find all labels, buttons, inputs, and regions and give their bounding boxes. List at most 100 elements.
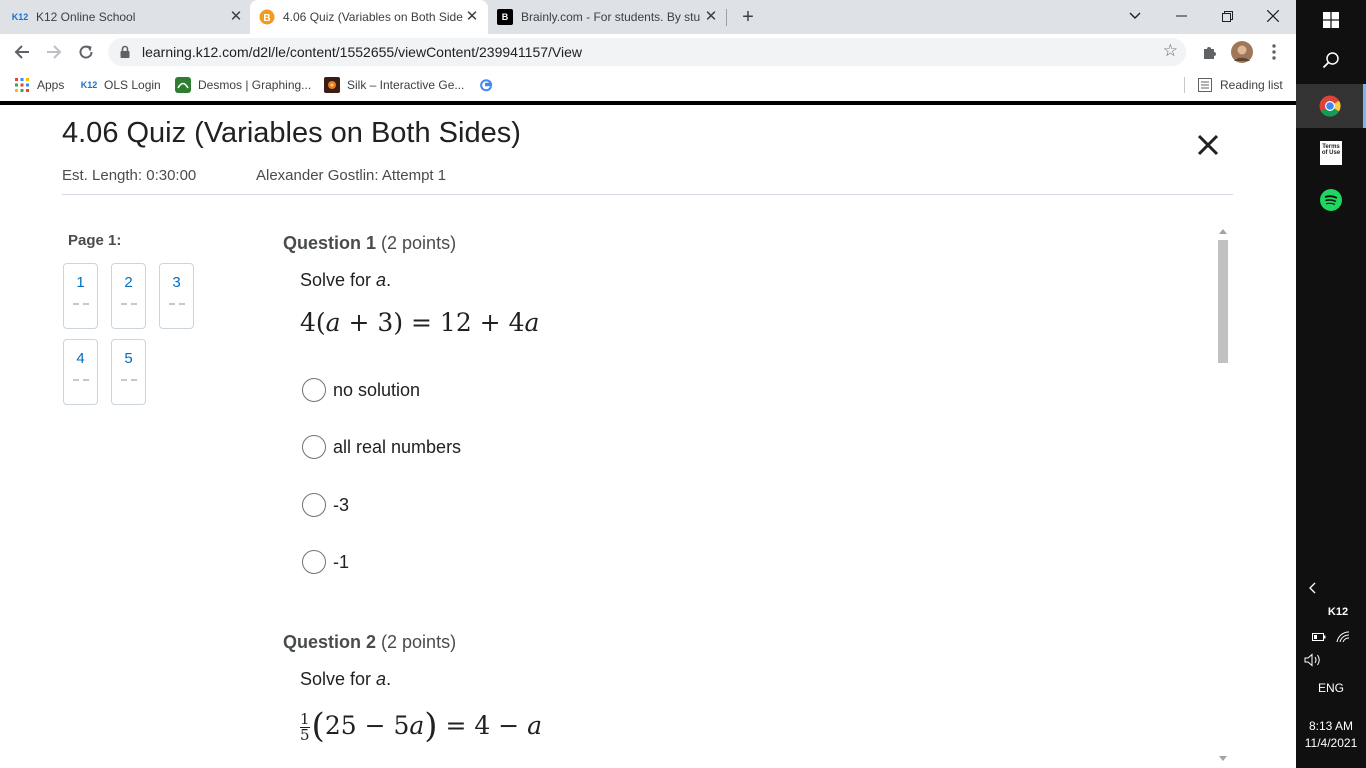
bookmark-silk[interactable]: Silk – Interactive Ge...: [324, 76, 464, 94]
prompt-text: Solve for: [300, 270, 377, 290]
scroll-down-arrow[interactable]: [1219, 756, 1227, 761]
question-nav-number: 4: [76, 350, 85, 367]
terms-icon-label: Terms of Use: [1320, 141, 1342, 165]
close-tab-icon[interactable]: ✕: [464, 9, 480, 25]
clock-date[interactable]: 11/4/2021: [1296, 736, 1366, 750]
answer-option[interactable]: -3: [302, 492, 349, 518]
minimize-button[interactable]: [1158, 0, 1204, 32]
show-hidden-icons-chevron-icon[interactable]: [1296, 578, 1366, 598]
close-quiz-icon[interactable]: [1194, 131, 1222, 159]
question-nav-4[interactable]: 4: [63, 339, 98, 405]
forward-button[interactable]: [42, 40, 66, 64]
option-label[interactable]: all real numbers: [333, 437, 461, 458]
prompt-variable: a: [376, 669, 387, 689]
back-button[interactable]: [10, 40, 34, 64]
tab-title: Brainly.com - For students. By stu: [521, 10, 701, 24]
radio-button[interactable]: [302, 550, 326, 574]
option-label[interactable]: -3: [333, 495, 349, 516]
question-nav-status: [72, 303, 89, 305]
bookmark-desmos[interactable]: Desmos | Graphing...: [175, 76, 311, 94]
prompt-variable: a: [376, 270, 387, 290]
bookmark-star-icon[interactable]: ☆: [1163, 41, 1178, 61]
spotify-icon[interactable]: [1296, 187, 1366, 213]
question-points: (2 points): [381, 233, 457, 253]
extensions-puzzle-icon[interactable]: [1199, 41, 1221, 63]
clock-time[interactable]: 8:13 AM: [1296, 719, 1366, 733]
restore-button[interactable]: [1204, 0, 1250, 32]
header-divider: [62, 194, 1233, 195]
terms-of-use-app-icon[interactable]: Terms of Use: [1296, 140, 1366, 166]
tab-search-button[interactable]: [1112, 0, 1158, 32]
question-label: Question 1: [283, 233, 377, 253]
scroll-up-arrow[interactable]: [1219, 229, 1227, 234]
tab-separator: [726, 9, 727, 26]
profile-avatar[interactable]: [1231, 41, 1253, 63]
radio-button[interactable]: [302, 435, 326, 459]
tab-quiz[interactable]: B 4.06 Quiz (Variables on Both Side ✕: [250, 0, 488, 34]
scrollbar-thumb[interactable]: [1218, 240, 1228, 363]
k12-tray-item[interactable]: K12: [1296, 603, 1366, 621]
tab-brainly[interactable]: B Brainly.com - For students. By stu ✕: [497, 0, 719, 34]
bookmark-label: Apps: [37, 78, 65, 92]
question-nav-3[interactable]: 3: [159, 263, 194, 329]
close-tab-icon[interactable]: ✕: [703, 9, 719, 25]
bookmark-ols-login[interactable]: K12 OLS Login: [80, 76, 161, 94]
desmos-icon: [175, 77, 191, 93]
bookmarks-divider: [1184, 77, 1185, 93]
battery-icon[interactable]: [1312, 632, 1326, 642]
reading-list-icon: [1197, 77, 1213, 93]
k12-tray-label: K12: [1327, 606, 1349, 618]
reload-button[interactable]: [74, 40, 98, 64]
bookmark-label: Desmos | Graphing...: [198, 78, 312, 92]
lock-icon[interactable]: [118, 45, 132, 59]
tab-title: K12 Online School: [36, 10, 136, 24]
quiz-favicon-icon: B: [259, 9, 275, 25]
question-2-prompt: Solve for a.: [300, 669, 391, 690]
windows-start-icon[interactable]: [1296, 8, 1366, 32]
question-nav-status: [120, 379, 137, 381]
quiz-page: 4.06 Quiz (Variables on Both Sides) Est.…: [0, 105, 1296, 768]
volume-icon[interactable]: [1296, 651, 1366, 669]
question-nav-5[interactable]: 5: [111, 339, 146, 405]
question-nav-1[interactable]: 1: [63, 263, 98, 329]
question-nav-number: 5: [124, 350, 133, 367]
bookmark-label: Silk – Interactive Ge...: [347, 78, 465, 92]
brainly-favicon-icon: B: [497, 9, 513, 25]
chrome-menu-icon[interactable]: [1263, 41, 1285, 63]
tab-title: 4.06 Quiz (Variables on Both Side: [283, 10, 463, 24]
new-tab-button[interactable]: +: [738, 7, 758, 27]
radio-button[interactable]: [302, 378, 326, 402]
answer-option[interactable]: no solution: [302, 377, 420, 403]
close-tab-icon[interactable]: ✕: [228, 9, 244, 25]
reload-icon: [79, 45, 93, 59]
k12-favicon-icon: K12: [11, 12, 29, 22]
keyboard-language[interactable]: ENG: [1296, 681, 1366, 695]
tab-k12-online-school[interactable]: K12 K12 Online School ✕: [12, 0, 244, 34]
tray-status-icons: [1296, 628, 1366, 646]
url-text[interactable]: learning.k12.com/d2l/le/content/1552655/…: [142, 44, 582, 60]
wifi-icon[interactable]: [1336, 631, 1350, 643]
address-bar[interactable]: learning.k12.com/d2l/le/content/1552655/…: [108, 38, 1186, 66]
question-1-equation: 4(a + 3) = 12 + 4a: [300, 308, 540, 337]
question-2-heading: Question 2 (2 points): [283, 632, 456, 653]
question-nav-number: 2: [124, 274, 133, 291]
bookmark-google[interactable]: [478, 76, 501, 94]
option-label[interactable]: no solution: [333, 380, 420, 401]
option-label[interactable]: -1: [333, 552, 349, 573]
search-icon[interactable]: [1296, 48, 1366, 72]
content-scrollbar[interactable]: [1216, 225, 1230, 768]
windows-taskbar: Terms of Use K12 ENG 8:13 AM 11/4/2021: [1296, 0, 1366, 768]
page-title: 4.06 Quiz (Variables on Both Sides): [62, 117, 521, 149]
reading-list-button[interactable]: Reading list: [1197, 76, 1283, 94]
apps-grid-icon: [14, 77, 30, 93]
close-window-button[interactable]: [1250, 0, 1296, 32]
bookmark-apps[interactable]: Apps: [14, 76, 64, 94]
answer-option[interactable]: -1: [302, 549, 349, 575]
fraction-one-fifth: 15: [300, 710, 310, 744]
chrome-taskbar-icon[interactable]: [1296, 84, 1366, 128]
question-nav-2[interactable]: 2: [111, 263, 146, 329]
question-nav-number: 3: [172, 274, 181, 291]
page-label: Page 1:: [68, 232, 122, 249]
answer-option[interactable]: all real numbers: [302, 434, 461, 460]
radio-button[interactable]: [302, 493, 326, 517]
